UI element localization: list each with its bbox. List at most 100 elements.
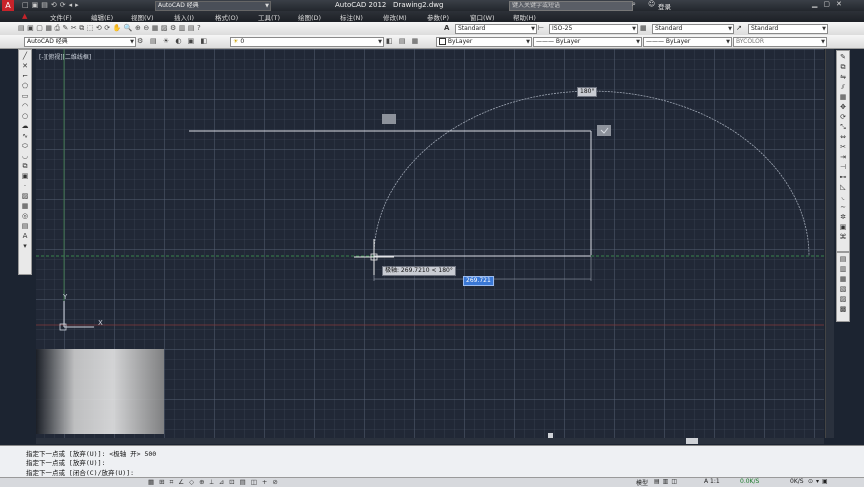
distance-input[interactable]: 269.721 bbox=[463, 276, 494, 286]
break-icon[interactable]: ⊣ bbox=[838, 163, 848, 172]
mirror-icon[interactable]: ⇋ bbox=[838, 73, 848, 82]
command-prompt[interactable]: 指定下一点或 [闭合(C)/放弃(U)]: bbox=[26, 467, 134, 477]
insert-block-icon[interactable]: ⧉ bbox=[20, 162, 30, 171]
ellipse-arc-icon[interactable]: ◡ bbox=[20, 152, 30, 161]
scroll-thumb[interactable] bbox=[686, 438, 698, 444]
menu-edit[interactable]: 编辑(E) bbox=[91, 12, 113, 22]
array-icon[interactable]: ▦ bbox=[838, 93, 848, 102]
menu-help[interactable]: 帮助(H) bbox=[513, 12, 536, 22]
arc-icon[interactable]: ◠ bbox=[20, 102, 30, 111]
blend-icon[interactable]: ∼ bbox=[838, 203, 848, 212]
gradient-icon[interactable]: ▦ bbox=[20, 202, 30, 211]
properties-icon[interactable]: ▣ bbox=[838, 223, 848, 232]
erase-icon[interactable]: ✎ bbox=[838, 53, 848, 62]
layer-tool-icons[interactable]: ◧ ▤ ▦ bbox=[386, 37, 420, 45]
stretch-icon[interactable]: ⇔ bbox=[838, 133, 848, 142]
fillet-icon[interactable]: ◟ bbox=[838, 193, 848, 202]
ellipse-icon[interactable]: ⬭ bbox=[20, 142, 30, 151]
more-draw-icon[interactable]: ▾ bbox=[20, 242, 30, 251]
layout-icons[interactable]: ▤▥◫ bbox=[654, 478, 680, 485]
multileader-style-icon[interactable]: ↗ bbox=[736, 24, 742, 32]
linetype-combo[interactable]: ——— ByLayer ▼ bbox=[533, 37, 642, 47]
spline-icon[interactable]: ∿ bbox=[20, 132, 30, 141]
rotate-icon[interactable]: ⟳ bbox=[838, 113, 848, 122]
match-icon[interactable]: ⌘ bbox=[838, 233, 848, 242]
angle-tooltip: 180° bbox=[577, 87, 598, 97]
bring-front-icon[interactable]: ▤ bbox=[838, 255, 848, 264]
offset-icon[interactable]: ⫽ bbox=[838, 83, 848, 92]
explode-icon[interactable]: ✲ bbox=[838, 213, 848, 222]
text-front-icon[interactable]: ▨ bbox=[838, 295, 848, 304]
menu-modify[interactable]: 修改(M) bbox=[383, 12, 407, 22]
drawing-canvas[interactable]: [-][俯视][二维线框] Y X 180° 极轴: 269.7210 < 18… bbox=[36, 49, 824, 438]
join-icon[interactable]: ⊷ bbox=[838, 173, 848, 182]
table-style-icon[interactable]: ▦ bbox=[640, 24, 647, 32]
region-icon[interactable]: ◎ bbox=[20, 212, 30, 221]
menu-view[interactable]: 视图(V) bbox=[131, 12, 154, 22]
move-icon[interactable]: ✥ bbox=[838, 103, 848, 112]
window-controls[interactable]: ▁▢✕ bbox=[812, 0, 848, 8]
grip-marker-1 bbox=[382, 114, 396, 124]
dim-style-icon[interactable]: ⊢ bbox=[538, 24, 544, 32]
workspace-combo-title[interactable]: AutoCAD 经典 ▼ bbox=[155, 1, 271, 11]
plotstyle-combo[interactable]: BYCOLOR ▼ bbox=[733, 37, 827, 47]
vertical-scrollbar[interactable] bbox=[825, 49, 834, 438]
send-under-icon[interactable]: ▧ bbox=[838, 285, 848, 294]
construction-line-icon[interactable]: ✕ bbox=[20, 62, 30, 71]
table-style-combo[interactable]: Standard ▼ bbox=[652, 24, 734, 34]
quick-access-icons[interactable]: □▣▤⟲⟳◂▸ bbox=[22, 1, 82, 9]
workspace-combo[interactable]: AutoCAD 经典 ▼ bbox=[24, 37, 136, 47]
modify-toolbar: ✎ ⧉ ⇋ ⫽ ▦ ✥ ⟳ ⤡ ⇔ ✂ ⇥ ⊣ ⊷ ◺ ◟ ∼ ✲ ▣ ⌘ bbox=[836, 50, 850, 252]
menu-app-icon[interactable]: ▲ bbox=[22, 12, 27, 20]
menu-tools[interactable]: 工具(T) bbox=[258, 12, 280, 22]
send-back-icon[interactable]: ▥ bbox=[838, 265, 848, 274]
menu-format[interactable]: 格式(O) bbox=[215, 12, 238, 22]
dim-style-combo[interactable]: ISO-25 ▼ bbox=[549, 24, 638, 34]
hatch-icon[interactable]: ▨ bbox=[20, 192, 30, 201]
layer-combo[interactable]: ☀ 0 ▼ bbox=[230, 37, 384, 47]
annotation-scale[interactable]: A 1:1 bbox=[704, 478, 720, 485]
standard-toolbar-icons[interactable]: ▤▣▢▦⎙✎✂⧉⬚⟲⟳✋🔍⊕⊖▦▨⚙▥▤? bbox=[18, 24, 203, 33]
lineweight-combo[interactable]: ——— ByLayer ▼ bbox=[643, 37, 732, 47]
ucs-y-label: Y bbox=[63, 293, 68, 301]
bring-above-icon[interactable]: ▦ bbox=[838, 275, 848, 284]
multileader-style-combo[interactable]: Standard ▼ bbox=[748, 24, 828, 34]
color-combo[interactable]: ByLayer ▼ bbox=[436, 37, 532, 47]
layer-manager-icons[interactable]: ▤ ☀ ◐ ▣ ◧ bbox=[150, 37, 209, 45]
revcloud-icon[interactable]: ☁ bbox=[20, 122, 30, 131]
workspace-settings-icon[interactable]: ⚙ bbox=[137, 37, 143, 45]
command-line[interactable]: 指定下一点或 [放弃(U)]: <极轴 开> 500 指定下一点或 [放弃(U)… bbox=[0, 445, 864, 478]
text-style-combo[interactable]: Standard ▼ bbox=[455, 24, 537, 34]
menu-dimension[interactable]: 标注(N) bbox=[340, 12, 363, 22]
text-style-icon[interactable]: A bbox=[444, 24, 449, 32]
polyline-icon[interactable]: ⌐ bbox=[20, 72, 30, 81]
menu-insert[interactable]: 插入(I) bbox=[174, 12, 194, 22]
polygon-icon[interactable]: ⬠ bbox=[20, 82, 30, 91]
scale-icon[interactable]: ⤡ bbox=[838, 123, 848, 132]
make-block-icon[interactable]: ▣ bbox=[20, 172, 30, 181]
point-icon[interactable]: · bbox=[20, 182, 30, 191]
menu-parametric[interactable]: 参数(P) bbox=[427, 12, 449, 22]
search-icon[interactable]: ⌕ bbox=[632, 0, 636, 9]
table-icon[interactable]: ▤ bbox=[20, 222, 30, 231]
chamfer-icon[interactable]: ◺ bbox=[838, 183, 848, 192]
horizontal-scrollbar[interactable] bbox=[36, 438, 824, 444]
extend-icon[interactable]: ⇥ bbox=[838, 153, 848, 162]
menu-window[interactable]: 窗口(W) bbox=[470, 12, 495, 22]
trim-icon[interactable]: ✂ bbox=[838, 143, 848, 152]
mtext-icon[interactable]: A bbox=[20, 232, 30, 241]
login-link[interactable]: 登录 bbox=[658, 1, 671, 11]
rectangle-icon[interactable]: ▭ bbox=[20, 92, 30, 101]
menu-draw[interactable]: 绘图(D) bbox=[298, 12, 321, 22]
menu-file[interactable]: 文件(F) bbox=[50, 12, 72, 22]
line-icon[interactable]: ╱ bbox=[20, 52, 30, 61]
scroll-hint bbox=[548, 433, 553, 438]
polar-tracking-tooltip: 极轴: 269.7210 < 180° bbox=[382, 266, 456, 276]
user-icon[interactable]: ☺ bbox=[648, 0, 655, 8]
status-tray-icons[interactable]: ⊙▾▣ bbox=[808, 478, 831, 485]
circle-icon[interactable]: ○ bbox=[20, 112, 30, 121]
copy-icon[interactable]: ⧉ bbox=[838, 63, 848, 72]
hatch-back-icon[interactable]: ▩ bbox=[838, 305, 848, 314]
app-logo-icon[interactable]: A bbox=[2, 0, 14, 11]
search-input[interactable]: 键入关键字或短语 bbox=[509, 1, 633, 11]
